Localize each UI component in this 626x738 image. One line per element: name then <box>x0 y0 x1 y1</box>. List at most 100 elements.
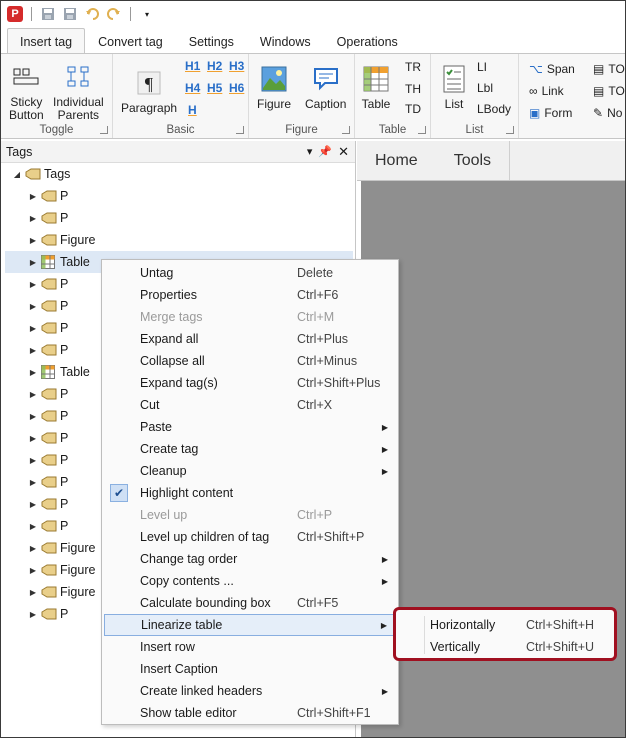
menu-item-change-tag-order[interactable]: Change tag order ▶ <box>104 548 396 570</box>
collapsed-arrow-icon[interactable]: ▶ <box>27 258 39 267</box>
h6-button[interactable]: H6 <box>229 81 244 95</box>
list-button[interactable]: List <box>439 64 469 111</box>
menu-item-create-linked-headers[interactable]: Create linked headers ▶ <box>104 680 396 702</box>
tree-item[interactable]: ▶ Table <box>27 361 90 383</box>
tree-item[interactable]: ▶ Figure <box>27 229 96 251</box>
tree-item[interactable]: ▶ P <box>27 185 68 207</box>
toci-button[interactable]: ▤ TO <box>593 84 625 98</box>
redo-icon[interactable] <box>106 6 122 22</box>
collapsed-arrow-icon[interactable]: ▶ <box>27 434 39 443</box>
collapsed-arrow-icon[interactable]: ▶ <box>27 456 39 465</box>
tree-item[interactable]: ▶ P <box>27 383 68 405</box>
tab-home[interactable]: Home <box>357 141 436 180</box>
collapsed-arrow-icon[interactable]: ▶ <box>27 478 39 487</box>
individual-parents-button[interactable]: Individual Parents <box>53 62 104 122</box>
collapsed-arrow-icon[interactable]: ▶ <box>27 412 39 421</box>
menu-item-insert-caption[interactable]: Insert Caption <box>104 658 396 680</box>
group-launcher-icon[interactable] <box>506 126 514 134</box>
tree-item[interactable]: ▶ P <box>27 207 68 229</box>
customize-toolbar-icon[interactable]: ▾ <box>139 6 155 22</box>
tree-root[interactable]: ◢ Tags <box>11 163 70 185</box>
collapsed-arrow-icon[interactable]: ▶ <box>27 500 39 509</box>
tree-item[interactable]: ▶ Figure <box>27 537 96 559</box>
submenu-item-horizontally[interactable]: Horizontally <box>430 618 495 632</box>
submenu-item-vertically[interactable]: Vertically <box>430 640 480 654</box>
td-button[interactable]: TD <box>405 102 421 116</box>
h2-button[interactable]: H2 <box>207 59 222 73</box>
menu-item-copy-contents[interactable]: Copy contents ... ▶ <box>104 570 396 592</box>
tree-item[interactable]: ▶ P <box>27 427 68 449</box>
menu-item-highlight-content[interactable]: ✔ Highlight content <box>104 482 396 504</box>
save-as-icon[interactable] <box>62 6 78 22</box>
tree-item[interactable]: ▶ P <box>27 493 68 515</box>
lbody-button[interactable]: LBody <box>477 102 511 116</box>
collapsed-arrow-icon[interactable]: ▶ <box>27 346 39 355</box>
tree-item[interactable]: ▶ Figure <box>27 559 96 581</box>
menu-item-show-table-editor[interactable]: Show table editor Ctrl+Shift+F1 <box>104 702 396 724</box>
collapsed-arrow-icon[interactable]: ▶ <box>27 544 39 553</box>
h5-button[interactable]: H5 <box>207 81 222 95</box>
menu-item-create-tag[interactable]: Create tag ▶ <box>104 438 396 460</box>
span-button[interactable]: ⌥ Span <box>529 62 575 76</box>
close-icon[interactable]: ✕ <box>338 144 349 160</box>
tab-convert-tag[interactable]: Convert tag <box>85 28 176 54</box>
panel-dropdown-icon[interactable]: ▾ <box>307 145 313 158</box>
menu-item-linearize-table[interactable]: Linearize table ▶ <box>104 614 396 636</box>
collapsed-arrow-icon[interactable]: ▶ <box>27 192 39 201</box>
paragraph-button[interactable]: ¶ Paragraph <box>121 68 177 115</box>
h1-button[interactable]: H1 <box>185 59 200 73</box>
tab-settings[interactable]: Settings <box>176 28 247 54</box>
tree-item[interactable]: ▶ P <box>27 273 68 295</box>
collapsed-arrow-icon[interactable]: ▶ <box>27 610 39 619</box>
lbl-button[interactable]: Lbl <box>477 81 493 95</box>
undo-icon[interactable] <box>84 6 100 22</box>
h4-button[interactable]: H4 <box>185 81 200 95</box>
tree-item[interactable]: ▶ Figure <box>27 581 96 603</box>
pin-icon[interactable]: 📌 <box>318 145 332 158</box>
table-button[interactable]: Table <box>361 64 391 111</box>
group-launcher-icon[interactable] <box>100 126 108 134</box>
tree-item[interactable]: ▶ P <box>27 449 68 471</box>
collapsed-arrow-icon[interactable]: ▶ <box>27 390 39 399</box>
tree-item[interactable]: ▶ P <box>27 405 68 427</box>
tr-button[interactable]: TR <box>405 60 421 74</box>
collapsed-arrow-icon[interactable]: ▶ <box>27 588 39 597</box>
collapsed-arrow-icon[interactable]: ▶ <box>27 214 39 223</box>
th-button[interactable]: TH <box>405 82 421 96</box>
expand-arrow-icon[interactable]: ◢ <box>11 170 23 179</box>
menu-item-collapse-all[interactable]: Collapse all Ctrl+Minus <box>104 350 396 372</box>
collapsed-arrow-icon[interactable]: ▶ <box>27 368 39 377</box>
li-button[interactable]: LI <box>477 60 487 74</box>
collapsed-arrow-icon[interactable]: ▶ <box>27 236 39 245</box>
tab-tools[interactable]: Tools <box>436 141 511 180</box>
menu-item-level-up[interactable]: Level up Ctrl+P <box>104 504 396 526</box>
menu-item-expand-all[interactable]: Expand all Ctrl+Plus <box>104 328 396 350</box>
menu-item-untag[interactable]: Untag Delete <box>104 262 396 284</box>
menu-item-merge-tags[interactable]: Merge tags Ctrl+M <box>104 306 396 328</box>
menu-item-cut[interactable]: Cut Ctrl+X <box>104 394 396 416</box>
menu-item-insert-row[interactable]: Insert row <box>104 636 396 658</box>
tree-item[interactable]: ▶ P <box>27 603 68 625</box>
h-button[interactable]: H <box>188 103 197 117</box>
tree-item[interactable]: ▶ P <box>27 317 68 339</box>
tree-item[interactable]: ▶ P <box>27 339 68 361</box>
toc-button[interactable]: ▤ TO <box>593 62 625 76</box>
collapsed-arrow-icon[interactable]: ▶ <box>27 280 39 289</box>
tab-operations[interactable]: Operations <box>324 28 411 54</box>
group-launcher-icon[interactable] <box>236 126 244 134</box>
tab-insert-tag[interactable]: Insert tag <box>7 28 86 54</box>
menu-item-expand-tag-s[interactable]: Expand tag(s) Ctrl+Shift+Plus <box>104 372 396 394</box>
form-button[interactable]: ▣ Form <box>529 106 572 120</box>
collapsed-arrow-icon[interactable]: ▶ <box>27 324 39 333</box>
group-launcher-icon[interactable] <box>418 126 426 134</box>
tree-item[interactable]: ▶ P <box>27 471 68 493</box>
menu-item-properties[interactable]: Properties Ctrl+F6 <box>104 284 396 306</box>
tree-item[interactable]: ▶ P <box>27 515 68 537</box>
collapsed-arrow-icon[interactable]: ▶ <box>27 302 39 311</box>
caption-button[interactable]: Caption <box>305 64 346 111</box>
menu-item-paste[interactable]: Paste ▶ <box>104 416 396 438</box>
link-button[interactable]: ∞ Link <box>529 84 564 98</box>
save-icon[interactable] <box>40 6 56 22</box>
menu-item-calculate-bounding-box[interactable]: Calculate bounding box Ctrl+F5 <box>104 592 396 614</box>
figure-button[interactable]: Figure <box>257 64 291 111</box>
